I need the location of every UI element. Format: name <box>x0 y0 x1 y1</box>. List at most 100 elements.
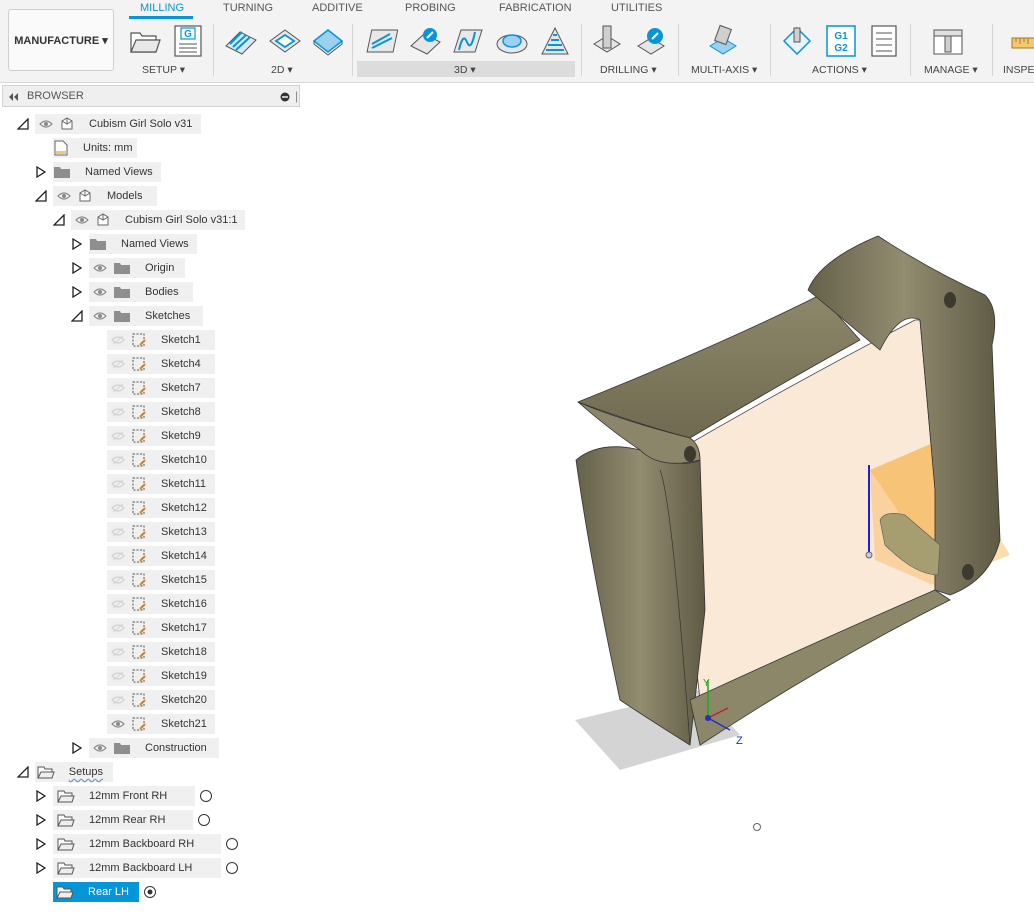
tab-fabrication[interactable]: FABRICATION <box>499 2 572 14</box>
expand-icon[interactable] <box>35 813 47 829</box>
tree-setup-item[interactable]: 12mm Rear RH <box>53 810 193 830</box>
hidden-eye-icon[interactable] <box>111 671 125 681</box>
visibility-eye-icon[interactable] <box>93 287 107 297</box>
expand-icon[interactable] <box>71 261 83 277</box>
setup-folder-icon[interactable] <box>128 24 162 58</box>
group-2d[interactable]: 2D ▾ <box>271 64 293 76</box>
tab-turning[interactable]: TURNING <box>223 2 273 14</box>
tree-sketch-item[interactable]: Sketch17 <box>107 618 215 638</box>
hole-recognition-icon[interactable] <box>634 24 668 58</box>
tree-sketch-item[interactable]: Sketch20 <box>107 690 215 710</box>
group-multi-axis[interactable]: MULTI-AXIS ▾ <box>691 64 757 76</box>
active-setup-radio-icon[interactable] <box>143 885 157 902</box>
group-manage[interactable]: MANAGE ▾ <box>924 64 978 76</box>
tree-models[interactable]: Models <box>53 186 157 206</box>
collapse-panel-icon[interactable] <box>7 92 19 102</box>
hidden-eye-icon[interactable] <box>111 623 125 633</box>
2d-contour-icon[interactable] <box>311 24 345 58</box>
panel-resize-handle[interactable]: | <box>295 89 298 103</box>
tree-sketch-item[interactable]: Sketch8 <box>107 402 215 422</box>
3d-scallop-icon[interactable] <box>495 24 529 58</box>
tree-setup-selected[interactable]: Rear LH <box>53 882 139 902</box>
setup-radio-icon[interactable] <box>225 837 239 854</box>
visibility-eye-icon[interactable] <box>39 119 53 129</box>
group-setup[interactable]: SETUP ▾ <box>142 64 185 76</box>
3d-adaptive-icon[interactable] <box>364 24 398 58</box>
workspace-switcher-button[interactable]: MANUFACTURE ▾ <box>8 9 114 71</box>
hidden-eye-icon[interactable] <box>111 647 125 657</box>
drill-icon[interactable] <box>590 24 624 58</box>
nc-program-icon[interactable]: G <box>172 24 206 58</box>
visibility-eye-icon[interactable] <box>57 191 71 201</box>
expand-icon[interactable] <box>35 837 47 853</box>
tree-setup-item[interactable]: 12mm Front RH <box>53 786 195 806</box>
tree-setups[interactable]: Setups <box>35 762 113 782</box>
visibility-eye-icon[interactable] <box>93 263 107 273</box>
measure-icon[interactable] <box>1010 24 1034 58</box>
hidden-eye-icon[interactable] <box>111 455 125 465</box>
hidden-eye-icon[interactable] <box>111 527 125 537</box>
3d-pocket-icon[interactable] <box>408 24 442 58</box>
hidden-eye-icon[interactable] <box>111 599 125 609</box>
hidden-eye-icon[interactable] <box>111 383 125 393</box>
hidden-eye-icon[interactable] <box>111 551 125 561</box>
tree-named-views[interactable]: Named Views <box>53 162 161 182</box>
3d-viewport[interactable]: Y Z <box>300 85 1034 916</box>
browser-options-icon[interactable] <box>280 92 290 102</box>
hidden-eye-icon[interactable] <box>111 479 125 489</box>
tree-setup-item[interactable]: 12mm Backboard LH <box>53 858 221 878</box>
tree-units[interactable]: Units: mm <box>53 138 137 158</box>
group-3d[interactable]: 3D ▾ <box>454 64 476 76</box>
2d-pocket-icon[interactable] <box>268 24 302 58</box>
tab-additive[interactable]: ADDITIVE <box>312 2 363 14</box>
hidden-eye-icon[interactable] <box>111 503 125 513</box>
setup-sheet-icon[interactable] <box>867 24 901 58</box>
collapse-icon[interactable] <box>16 117 29 133</box>
tree-sketch-item[interactable]: Sketch7 <box>107 378 215 398</box>
tree-sketch-item[interactable]: Sketch18 <box>107 642 215 662</box>
tree-setup-item[interactable]: 12mm Backboard RH <box>53 834 221 854</box>
tree-sketch-item[interactable]: Sketch11 <box>107 474 215 494</box>
pivot-point-icon[interactable] <box>753 823 761 831</box>
visibility-eye-icon[interactable] <box>93 743 107 753</box>
3d-spiral-icon[interactable] <box>538 24 572 58</box>
tree-sketch-item[interactable]: Sketch19 <box>107 666 215 686</box>
setup-radio-icon[interactable] <box>225 861 239 878</box>
collapse-icon[interactable] <box>34 189 47 205</box>
setup-radio-icon[interactable] <box>197 813 211 830</box>
simulate-icon[interactable] <box>780 24 814 58</box>
expand-icon[interactable] <box>35 789 47 805</box>
expand-icon[interactable] <box>35 861 47 877</box>
tree-component[interactable]: Cubism Girl Solo v31:1 <box>71 210 245 230</box>
expand-icon[interactable] <box>71 285 83 301</box>
collapse-icon[interactable] <box>70 309 83 325</box>
post-process-icon[interactable]: G1 G2 <box>824 24 858 58</box>
collapse-icon[interactable] <box>52 213 65 229</box>
tab-milling[interactable]: MILLING <box>140 2 184 14</box>
tree-sketch-item[interactable]: Sketch13 <box>107 522 215 542</box>
tree-bodies[interactable]: Bodies <box>89 282 193 302</box>
visibility-eye-icon[interactable] <box>93 311 107 321</box>
tree-sketch-item[interactable]: Sketch16 <box>107 594 215 614</box>
visibility-eye-icon[interactable] <box>111 719 125 729</box>
3d-parallel-icon[interactable] <box>451 24 485 58</box>
tree-sketch-item[interactable]: Sketch15 <box>107 570 215 590</box>
tree-origin[interactable]: Origin <box>89 258 185 278</box>
collapse-icon[interactable] <box>16 765 29 781</box>
group-actions[interactable]: ACTIONS ▾ <box>812 64 867 76</box>
2d-adaptive-icon[interactable] <box>224 24 258 58</box>
hidden-eye-icon[interactable] <box>111 431 125 441</box>
hidden-eye-icon[interactable] <box>111 695 125 705</box>
tree-sketch-item[interactable]: Sketch10 <box>107 450 215 470</box>
hidden-eye-icon[interactable] <box>111 335 125 345</box>
visibility-eye-icon[interactable] <box>75 215 89 225</box>
tree-construction[interactable]: Construction <box>89 738 219 758</box>
multi-axis-icon[interactable] <box>706 24 740 58</box>
group-inspect[interactable]: INSPEC <box>1003 64 1034 76</box>
expand-icon[interactable] <box>35 165 47 181</box>
tree-sketch-item[interactable]: Sketch9 <box>107 426 215 446</box>
tab-probing[interactable]: PROBING <box>405 2 456 14</box>
expand-icon[interactable] <box>71 741 83 757</box>
tab-utilities[interactable]: UTILITIES <box>611 2 662 14</box>
group-drilling[interactable]: DRILLING ▾ <box>600 64 657 76</box>
